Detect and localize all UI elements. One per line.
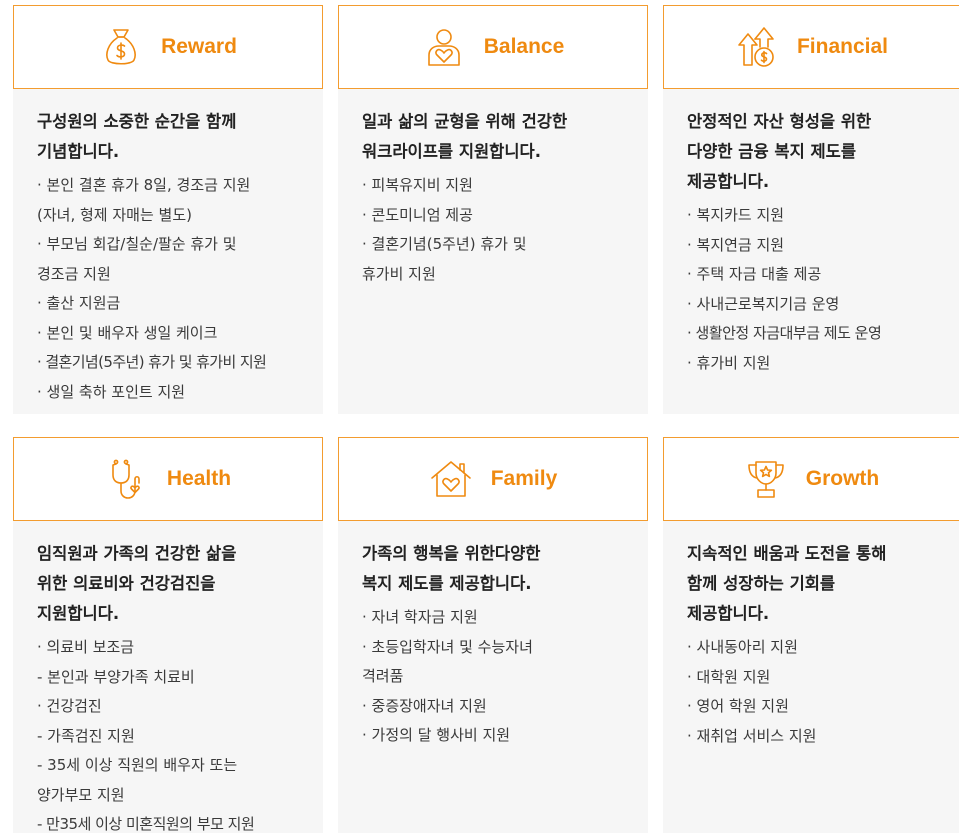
- home-heart-icon: [429, 457, 473, 501]
- benefit-list: · 피복유지비 지원 · 콘도미니엄 제공 · 결혼기념(5주년) 휴가 및 휴…: [362, 171, 648, 289]
- card-title: Reward: [161, 35, 237, 58]
- card-reward: Reward 구성원의 소중한 순간을 함께 기념합니다. · 본인 결혼 휴가…: [13, 5, 323, 414]
- list-item: · 대학원 지원: [687, 667, 771, 686]
- benefit-list: · 자녀 학자금 지원 · 초등입학자녀 및 수능자녀 격려품 · 중증장애자녀…: [362, 603, 648, 751]
- list-item: 격려품: [362, 667, 404, 685]
- list-item: · 사내근로복지기금 운영: [687, 294, 840, 313]
- list-item: · 본인 결혼 휴가 8일, 경조금 지원: [37, 176, 251, 194]
- card-family: Family 가족의 행복을 위한다양한 복지 제도를 제공합니다. · 자녀 …: [338, 437, 648, 833]
- list-item: (자녀, 형제 자매는 별도): [37, 205, 192, 224]
- card-headline: 일과 삶의 균형을 위해 건강한 워크라이프를 지원합니다.: [362, 107, 648, 167]
- card-header: Balance: [338, 5, 648, 89]
- headline-line: 일과 삶의 균형을 위해 건강한: [362, 112, 568, 131]
- headline-line: 지속적인 배움과 도전을 통해: [687, 544, 887, 563]
- card-title: Health: [166, 467, 232, 490]
- trophy-icon: [744, 457, 788, 501]
- benefit-list: · 복지카드 지원 · 복지연금 지원 · 주택 자금 대출 제공 · 사내근로…: [687, 201, 959, 378]
- card-headline: 구성원의 소중한 순간을 함께 기념합니다.: [37, 107, 323, 167]
- card-headline: 임직원과 가족의 건강한 삶을 위한 의료비와 건강검진을 지원합니다.: [37, 539, 323, 629]
- list-item: · 본인 및 배우자 생일 케이크: [37, 323, 218, 342]
- list-item: · 자녀 학자금 지원: [362, 608, 478, 626]
- list-item: · 복지연금 지원: [687, 235, 785, 254]
- benefit-list: · 사내동아리 지원 · 대학원 지원 · 영어 학원 지원 · 재취업 서비스…: [687, 633, 959, 751]
- card-title: Financial: [796, 35, 889, 58]
- card-headline: 지속적인 배움과 도전을 통해 함께 성장하는 기회를 제공합니다.: [687, 539, 959, 629]
- card-financial: Financial 안정적인 자산 형성을 위한 다양한 금융 복지 제도를 제…: [663, 5, 959, 414]
- stethoscope-icon: [105, 457, 149, 501]
- list-item: · 생일 축하 포인트 지원: [37, 382, 186, 401]
- headline-line: 안정적인 자산 형성을 위한: [687, 112, 872, 131]
- list-item: · 부모님 회갑/칠순/팔순 휴가 및: [37, 235, 237, 253]
- card-title: Balance: [483, 35, 565, 58]
- headline-line: 지원합니다.: [37, 604, 120, 623]
- card-header: Reward: [13, 5, 323, 89]
- card-balance: Balance 일과 삶의 균형을 위해 건강한 워크라이프를 지원합니다. ·…: [338, 5, 648, 414]
- list-item: · 콘도미니엄 제공: [362, 205, 473, 224]
- list-item: · 초등입학자녀 및 수능자녀: [362, 637, 533, 656]
- headline-line: 기념합니다.: [37, 142, 120, 161]
- list-item: - 만35세 이상 미혼직원의 부모 지원: [37, 815, 255, 833]
- list-item: 양가부모 지원: [37, 785, 125, 804]
- list-item: · 중증장애자녀 지원: [362, 696, 487, 715]
- list-item: · 결혼기념(5주년) 휴가 및 휴가비 지원: [37, 353, 267, 371]
- headline-line: 워크라이프를 지원합니다.: [362, 142, 541, 161]
- headline-line: 함께 성장하는 기회를: [687, 574, 836, 593]
- list-item: · 휴가비 지원: [687, 353, 771, 372]
- card-headline: 안정적인 자산 형성을 위한 다양한 금융 복지 제도를 제공합니다.: [687, 107, 959, 197]
- headline-line: 가족의 행복을 위한다양한: [362, 544, 541, 563]
- card-header: Financial: [663, 5, 959, 89]
- card-headline: 가족의 행복을 위한다양한 복지 제도를 제공합니다.: [362, 539, 648, 599]
- card-header: Health: [13, 437, 323, 521]
- list-item: · 생활안정 자금대부금 제도 운영: [687, 324, 882, 342]
- headline-line: 복지 제도를 제공합니다.: [362, 574, 532, 593]
- headline-line: 임직원과 가족의 건강한 삶을: [37, 544, 237, 563]
- card-title: Growth: [805, 467, 880, 490]
- list-item: · 영어 학원 지원: [687, 697, 789, 715]
- list-item: · 건강검진: [37, 697, 102, 715]
- card-title: Family: [490, 467, 558, 490]
- list-item: · 결혼기념(5주년) 휴가 및: [362, 235, 527, 253]
- headline-line: 위한 의료비와 건강검진을: [37, 574, 216, 593]
- growth-arrows-coin-icon: [735, 25, 779, 69]
- headline-line: 다양한 금융 복지 제도를: [687, 142, 857, 161]
- person-heart-icon: [422, 25, 466, 69]
- list-item: - 35세 이상 직원의 배우자 또는: [37, 756, 238, 774]
- list-item: 휴가비 지원: [362, 264, 436, 283]
- headline-line: 제공합니다.: [687, 604, 770, 623]
- list-item: · 가정의 달 행사비 지원: [362, 726, 511, 744]
- list-item: · 복지카드 지원: [687, 206, 785, 224]
- list-item: - 본인과 부양가족 치료비: [37, 667, 195, 686]
- benefit-list: · 의료비 보조금 - 본인과 부양가족 치료비 · 건강검진 - 가족검진 지…: [37, 633, 323, 840]
- list-item: · 사내동아리 지원: [687, 638, 798, 656]
- card-header: Family: [338, 437, 648, 521]
- list-item: · 피복유지비 지원: [362, 176, 473, 194]
- money-bag-icon: [99, 25, 143, 69]
- headline-line: 구성원의 소중한 순간을 함께: [37, 112, 237, 131]
- card-health: Health 임직원과 가족의 건강한 삶을 위한 의료비와 건강검진을 지원합…: [13, 437, 323, 833]
- list-item: · 의료비 보조금: [37, 638, 135, 656]
- list-item: · 주택 자금 대출 제공: [687, 265, 822, 283]
- card-header: Growth: [663, 437, 959, 521]
- card-growth: Growth 지속적인 배움과 도전을 통해 함께 성장하는 기회를 제공합니다…: [663, 437, 959, 833]
- list-item: 경조금 지원: [37, 264, 111, 283]
- list-item: · 출산 지원금: [37, 294, 121, 312]
- headline-line: 제공합니다.: [687, 172, 770, 191]
- list-item: - 가족검진 지원: [37, 726, 135, 745]
- benefit-list: · 본인 결혼 휴가 8일, 경조금 지원 (자녀, 형제 자매는 별도) · …: [37, 171, 323, 407]
- list-item: · 재취업 서비스 지원: [687, 726, 817, 745]
